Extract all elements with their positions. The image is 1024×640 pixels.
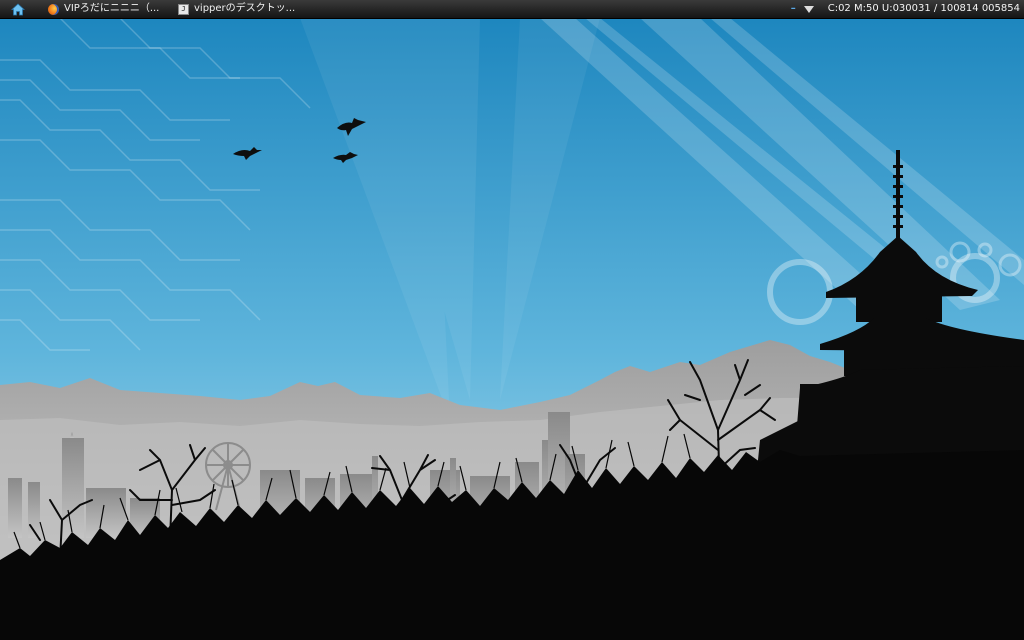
taskbar-item-firefox[interactable]: VIPろだにニニニ（... [48,0,168,18]
network-icon[interactable] [803,5,814,13]
system-status-text: C:02 M:50 U:030031 / 100814 005854 [827,3,1020,14]
terminal-icon: J [178,3,189,15]
home-launcher-button[interactable] [8,0,28,18]
desktop-wallpaper [0,0,1024,640]
home-icon [11,2,25,15]
taskbar-item-terminal[interactable]: J vipperのデスクトッ... [178,0,298,18]
firefox-icon [48,3,59,15]
taskbar-item-label: VIPろだにニニニ（... [64,3,160,14]
tray-indicator[interactable]: – [791,0,796,18]
desktop-screen: VIPろだにニニニ（... J vipperのデスクトッ... – C:02 M… [0,0,1024,640]
system-tray: – C:02 M:50 U:030031 / 100814 005854 [791,0,1020,18]
taskbar-item-label: vipperのデスクトッ... [194,3,296,14]
top-panel: VIPろだにニニニ（... J vipperのデスクトッ... – C:02 M… [0,0,1024,19]
